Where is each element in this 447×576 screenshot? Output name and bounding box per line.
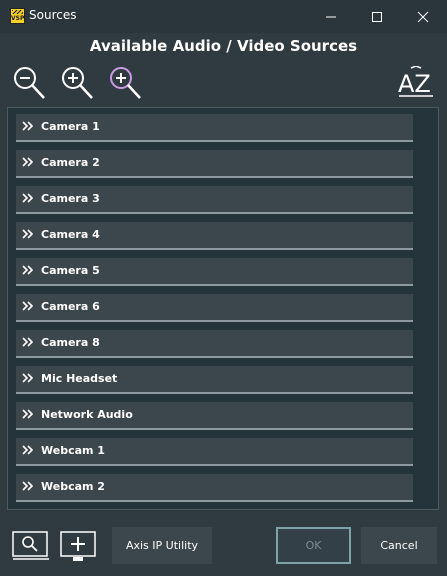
expand-chevron-icon xyxy=(22,481,34,491)
search-devices-button[interactable] xyxy=(11,530,51,564)
expand-chevron-icon xyxy=(22,409,34,419)
zoom-out-button[interactable] xyxy=(12,64,48,102)
list-item[interactable]: Network Audio xyxy=(16,402,413,430)
expand-chevron-icon xyxy=(22,121,34,131)
list-item[interactable]: Mic Headset xyxy=(16,366,413,394)
list-item-label: Camera 8 xyxy=(41,336,100,349)
zoom-in-button[interactable] xyxy=(60,64,96,102)
expand-chevron-icon xyxy=(22,265,34,275)
list-item[interactable]: Camera 2 xyxy=(16,150,413,178)
expand-chevron-icon xyxy=(22,301,34,311)
list-item-label: Camera 1 xyxy=(41,120,100,133)
window-title: Sources xyxy=(29,8,77,22)
maximize-icon xyxy=(372,11,382,22)
sort-label: AZ xyxy=(398,70,431,98)
list-item[interactable]: Camera 8 xyxy=(16,330,413,358)
expand-chevron-icon xyxy=(22,193,34,203)
zoom-reset-icon xyxy=(110,67,141,99)
sources-list[interactable]: Camera 1 Camera 2 Camera 3 Camera 4 Came… xyxy=(7,107,439,510)
list-item-label: Webcam 2 xyxy=(41,480,105,493)
minimize-button[interactable] xyxy=(308,0,354,33)
list-item[interactable]: Camera 6 xyxy=(16,294,413,322)
app-logo: VSP xyxy=(10,8,25,24)
title-bar: VSP Sources xyxy=(0,0,447,33)
logo-stripes xyxy=(12,10,23,14)
list-item-label: Camera 6 xyxy=(41,300,100,313)
logo-text: VSP xyxy=(11,15,25,22)
list-item-label: Mic Headset xyxy=(41,372,118,385)
list-item-label: Camera 3 xyxy=(41,192,100,205)
list-item-label: Camera 4 xyxy=(41,228,100,241)
zoom-in-icon xyxy=(62,67,93,99)
expand-chevron-icon xyxy=(22,373,34,383)
list-item[interactable]: Camera 4 xyxy=(16,222,413,250)
list-item[interactable]: Webcam 2 xyxy=(16,474,413,502)
zoom-reset-button[interactable] xyxy=(108,64,144,102)
sort-az-button[interactable]: AZ xyxy=(396,65,436,100)
add-monitor-icon xyxy=(60,531,96,561)
page-title: Available Audio / Video Sources xyxy=(89,37,358,55)
expand-chevron-icon xyxy=(22,157,34,167)
expand-chevron-icon xyxy=(22,229,34,239)
maximize-button[interactable] xyxy=(354,0,400,33)
list-item-label: Network Audio xyxy=(41,408,133,421)
ok-button[interactable]: OK xyxy=(276,527,351,564)
add-device-button[interactable] xyxy=(59,530,99,564)
list-item-label: Camera 5 xyxy=(41,264,100,277)
expand-chevron-icon xyxy=(22,337,34,347)
sort-az-icon: AZ xyxy=(398,65,433,98)
list-item-label: Camera 2 xyxy=(41,156,100,169)
list-item[interactable]: Webcam 1 xyxy=(16,438,413,466)
list-item[interactable]: Camera 3 xyxy=(16,186,413,214)
list-item[interactable]: Camera 5 xyxy=(16,258,413,286)
cancel-button[interactable]: Cancel xyxy=(361,527,437,564)
list-item-label: Webcam 1 xyxy=(41,444,105,457)
minimize-icon xyxy=(326,16,336,17)
expand-chevron-icon xyxy=(22,445,34,455)
close-icon xyxy=(417,11,429,22)
close-button[interactable] xyxy=(400,0,446,33)
zoom-out-icon xyxy=(14,67,45,99)
list-item[interactable]: Camera 1 xyxy=(16,114,413,142)
axis-ip-utility-button[interactable]: Axis IP Utility xyxy=(112,527,212,564)
search-monitor-icon xyxy=(12,531,49,560)
